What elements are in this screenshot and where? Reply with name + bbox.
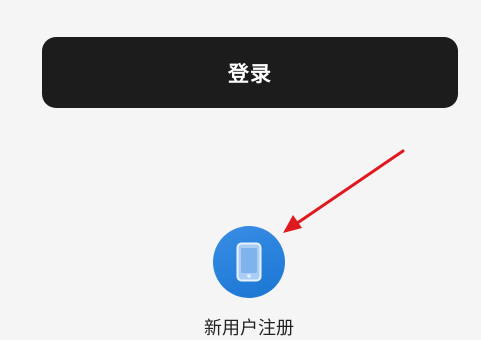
register-label: 新用户注册 xyxy=(204,318,294,339)
phone-register-icon-button[interactable] xyxy=(213,226,285,298)
smartphone-icon xyxy=(236,242,262,282)
login-button[interactable]: 登录 xyxy=(42,37,458,108)
new-user-register-button[interactable]: 新用户注册 xyxy=(194,226,304,340)
